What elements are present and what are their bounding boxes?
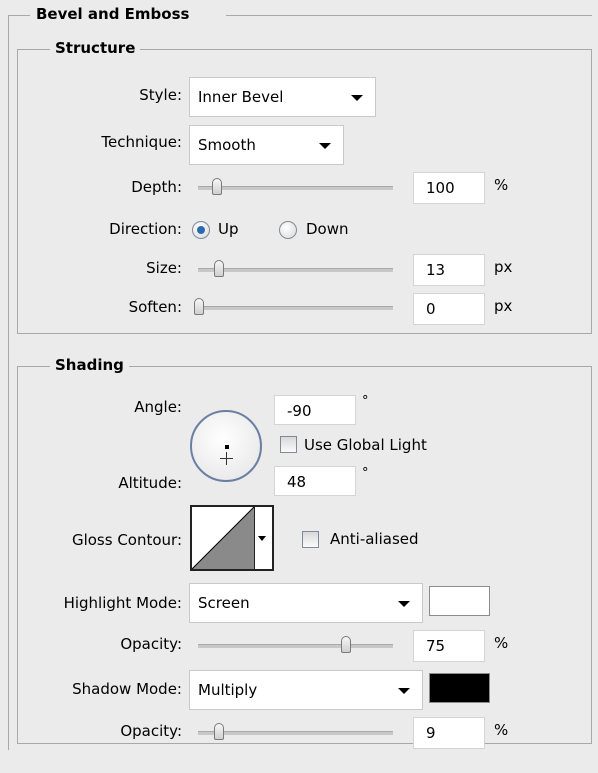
soften-input[interactable]: 0 (413, 293, 485, 325)
dropdown-arrow-icon (398, 601, 410, 607)
dropdown-arrow-icon (258, 536, 266, 541)
structure-title: Structure (50, 39, 141, 57)
style-dropdown[interactable]: Inner Bevel (189, 77, 376, 117)
highlight-mode-label: Highlight Mode: (63, 594, 182, 612)
direction-label: Direction: (109, 220, 182, 238)
angle-dial-crosshair-h (220, 458, 233, 459)
shadow-color-swatch[interactable] (429, 673, 490, 703)
shadow-opacity-input[interactable]: 9 (413, 717, 485, 749)
size-slider-thumb[interactable] (214, 260, 224, 277)
highlight-opacity-unit: % (494, 634, 509, 652)
shadow-opacity-slider-thumb[interactable] (214, 723, 224, 740)
depth-slider-track[interactable] (198, 186, 393, 190)
technique-value: Smooth (198, 136, 256, 154)
depth-slider-thumb[interactable] (212, 178, 222, 195)
contour-divider (254, 507, 255, 569)
panel-title-rule-left (8, 15, 30, 16)
depth-label: Depth: (131, 178, 182, 196)
highlight-mode-dropdown[interactable]: Screen (189, 583, 423, 623)
shadow-opacity-unit: % (494, 721, 509, 739)
altitude-label: Altitude: (118, 474, 182, 492)
soften-unit: px (494, 297, 513, 315)
highlight-opacity-slider-thumb[interactable] (341, 636, 351, 653)
soften-slider-thumb[interactable] (194, 298, 204, 315)
use-global-light-label[interactable]: Use Global Light (304, 436, 427, 454)
direction-down-radio[interactable] (279, 221, 297, 239)
soften-slider-track[interactable] (198, 306, 393, 310)
angle-label: Angle: (134, 398, 182, 416)
anti-aliased-label[interactable]: Anti-aliased (330, 530, 419, 548)
size-input[interactable]: 13 (413, 254, 485, 286)
style-label: Style: (139, 86, 182, 104)
dropdown-arrow-icon (351, 95, 363, 101)
altitude-unit: ° (362, 466, 369, 481)
soften-label: Soften: (128, 298, 182, 316)
size-slider-track[interactable] (198, 268, 393, 272)
angle-input[interactable]: -90 (274, 395, 356, 425)
highlight-opacity-slider-track[interactable] (198, 644, 393, 648)
style-value: Inner Bevel (198, 88, 284, 106)
dropdown-arrow-icon (398, 688, 410, 694)
panel-title: Bevel and Emboss (36, 5, 190, 23)
size-unit: px (494, 258, 513, 276)
depth-unit: % (494, 176, 509, 194)
highlight-mode-value: Screen (198, 594, 250, 612)
shadow-opacity-label: Opacity: (120, 722, 182, 740)
panel-left-rule (8, 15, 9, 750)
highlight-color-swatch[interactable] (429, 586, 490, 616)
highlight-opacity-input[interactable]: 75 (413, 630, 485, 662)
angle-dial-center-dot (225, 445, 229, 449)
shading-title: Shading (50, 356, 129, 374)
shadow-mode-value: Multiply (198, 681, 258, 699)
panel-title-rule-right (226, 15, 592, 16)
contour-preview-icon (192, 507, 254, 569)
shadow-opacity-slider-track[interactable] (198, 731, 393, 735)
altitude-input[interactable]: 48 (274, 466, 356, 496)
shadow-mode-dropdown[interactable]: Multiply (189, 670, 423, 710)
gloss-contour-label: Gloss Contour: (71, 531, 182, 549)
depth-input[interactable]: 100 (413, 172, 485, 204)
angle-dial-icon[interactable] (190, 410, 262, 482)
highlight-opacity-label: Opacity: (120, 635, 182, 653)
direction-up-label[interactable]: Up (218, 220, 239, 238)
shadow-mode-label: Shadow Mode: (72, 680, 182, 698)
dropdown-arrow-icon (319, 143, 331, 149)
direction-down-label[interactable]: Down (306, 220, 349, 238)
anti-aliased-checkbox[interactable] (302, 531, 319, 548)
technique-dropdown[interactable]: Smooth (189, 125, 344, 165)
use-global-light-checkbox[interactable] (280, 436, 297, 453)
size-label: Size: (146, 259, 182, 277)
technique-label: Technique: (101, 133, 182, 151)
direction-up-radio[interactable] (192, 221, 210, 239)
gloss-contour-picker[interactable] (190, 505, 274, 571)
angle-unit: ° (362, 394, 369, 409)
